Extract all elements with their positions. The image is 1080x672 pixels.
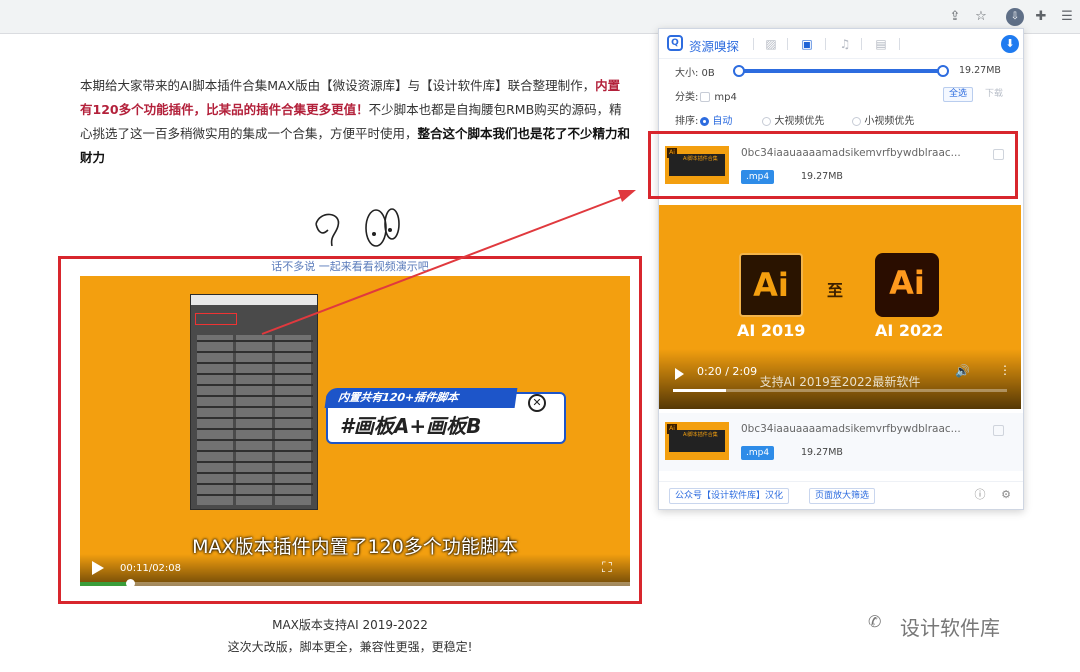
- sort-auto-radio[interactable]: [700, 116, 710, 126]
- video-progress-fill: [80, 582, 130, 586]
- type-filter-row: 分类: mp4: [675, 88, 737, 103]
- watermark: ✆ 设计软件库: [868, 612, 1000, 641]
- resource-ext-badge: .mp4: [741, 446, 775, 460]
- type-mp4-checkbox[interactable]: [700, 92, 711, 102]
- video-caption: MAX版本支持AI 2019-2022 这次大改版，脚本更全，兼容性更强，更稳定…: [180, 614, 520, 658]
- image-tab-icon[interactable]: ▨: [763, 36, 779, 52]
- resource-item[interactable]: Ai Ai脚本插件合集 0bc34iaauaaaamadsikemvrfbywdb…: [659, 413, 1023, 471]
- type-filter-label: 分类:: [675, 92, 699, 103]
- size-max-value: 19.27MB: [959, 65, 1001, 76]
- sort-small-label[interactable]: 小视频优先: [864, 116, 914, 127]
- settings-icon[interactable]: ⚙: [999, 488, 1013, 502]
- star-icon[interactable]: ☆: [972, 8, 990, 26]
- header-divider: [787, 38, 788, 50]
- video-tab-icon[interactable]: ▣: [799, 36, 815, 52]
- ai-2022-label: AI 2022: [875, 321, 944, 340]
- resource-checkbox[interactable]: [993, 425, 1004, 436]
- resource-name: 0bc34iaauaaaamadsikemvrfbywdblraac...: [741, 423, 961, 435]
- video-progress-knob[interactable]: [125, 579, 135, 588]
- resource-sniffer-popup: Q 资源嗅探 ▨ ▣ ♫ ▤ ⬇ 大小: 0B 19.27MB 分类: mp4 全…: [658, 28, 1024, 510]
- main-video-player[interactable]: #画板A+画板B 内置共有120+插件脚本 ✕ MAX版本插件内置了120多个功…: [80, 276, 630, 588]
- ai-2022-logo: Ai: [875, 253, 939, 317]
- ai-2019-label: AI 2019: [737, 321, 806, 340]
- preview-video-player[interactable]: Ai 至 Ai AI 2019 AI 2022 0:20 / 2:09 🔊 ⋮ …: [659, 205, 1021, 409]
- size-filter-label: 大小: 0B: [675, 68, 715, 79]
- info-icon[interactable]: ⓘ: [973, 488, 987, 502]
- video-time: 00:11/02:08: [120, 563, 182, 574]
- caption-line-2: 这次大改版，脚本更全，兼容性更强，更稳定!: [227, 640, 473, 654]
- header-divider: [753, 38, 754, 50]
- video-progress-bar[interactable]: [80, 579, 630, 588]
- plugin-panel-titlebar: [191, 295, 317, 305]
- sort-label: 排序:: [675, 116, 699, 127]
- reading-list-icon[interactable]: ☰: [1058, 8, 1076, 26]
- sort-row: 排序: 自动 大视频优先 小视频优先: [675, 112, 914, 127]
- hand-doodle-icon: [315, 208, 400, 247]
- popup-title: 资源嗅探: [689, 39, 740, 54]
- article-text: 本期给大家带来的AI脚本插件合集MAX版由【微设资源库】与【设计软件库】联合整理…: [80, 78, 596, 93]
- type-mp4-label: mp4: [714, 92, 737, 103]
- preview-progress-bar[interactable]: [673, 389, 1007, 392]
- resource-size: 19.27MB: [801, 447, 843, 458]
- music-tab-icon[interactable]: ♫: [837, 36, 853, 52]
- sort-small-radio[interactable]: [852, 116, 862, 126]
- sniffer-logo-icon: Q: [667, 35, 683, 51]
- download-button[interactable]: 下载: [979, 87, 1009, 102]
- wechat-icon: ✆: [868, 612, 882, 631]
- select-all-button[interactable]: 全选: [943, 87, 974, 102]
- watermark-text: 设计软件库: [900, 616, 1000, 640]
- popup-header: Q 资源嗅探 ▨ ▣ ♫ ▤ ⬇: [659, 29, 1023, 59]
- plugin-panel-screenshot: [190, 294, 318, 510]
- resource-highlight-frame: [648, 131, 1018, 199]
- resource-thumbnail: Ai Ai脚本插件合集: [665, 422, 729, 460]
- preview-to-text: 至: [827, 281, 844, 300]
- play-icon[interactable]: [92, 561, 104, 575]
- plugin-button-grid: [197, 335, 313, 505]
- caption-line-1: MAX版本支持AI 2019-2022: [272, 618, 428, 632]
- download-icon[interactable]: ⬇: [1001, 35, 1019, 53]
- slider-max-handle[interactable]: [937, 65, 949, 77]
- share-icon[interactable]: ⇪: [946, 8, 964, 26]
- preview-progress-fill: [673, 389, 727, 392]
- header-divider: [861, 38, 862, 50]
- sort-large-label[interactable]: 大视频优先: [774, 116, 824, 127]
- document-tab-icon[interactable]: ▤: [873, 36, 889, 52]
- header-divider: [899, 38, 900, 50]
- feature-banner-tag: 内置共有120+插件脚本: [324, 388, 518, 408]
- page-zoom-filter-link[interactable]: 页面放大筛选: [809, 488, 876, 504]
- banner-close-icon: ✕: [528, 394, 546, 412]
- preview-subtitle: 支持AI 2019至2022最新软件: [759, 375, 921, 389]
- popup-footer: 公众号【设计软件库】汉化 页面放大筛选 ⓘ ⚙: [659, 481, 1023, 509]
- header-divider: [825, 38, 826, 50]
- article-paragraph: 本期给大家带来的AI脚本插件合集MAX版由【微设资源库】与【设计软件库】联合整理…: [80, 74, 632, 170]
- size-range-slider[interactable]: [733, 65, 949, 77]
- ai-2019-logo: Ai: [739, 253, 803, 317]
- localization-link[interactable]: 公众号【设计软件库】汉化: [669, 488, 790, 504]
- slider-min-handle[interactable]: [733, 65, 745, 77]
- feature-banner-text: #画板A+画板B: [340, 414, 482, 438]
- puzzle-icon[interactable]: ✚: [1032, 8, 1050, 26]
- plugin-panel-redbox: [195, 313, 237, 325]
- extension-active-icon[interactable]: ⇩: [1006, 8, 1024, 26]
- sort-auto-label[interactable]: 自动: [712, 116, 732, 127]
- sort-large-radio[interactable]: [762, 116, 772, 126]
- fullscreen-icon[interactable]: ⛶: [602, 560, 612, 576]
